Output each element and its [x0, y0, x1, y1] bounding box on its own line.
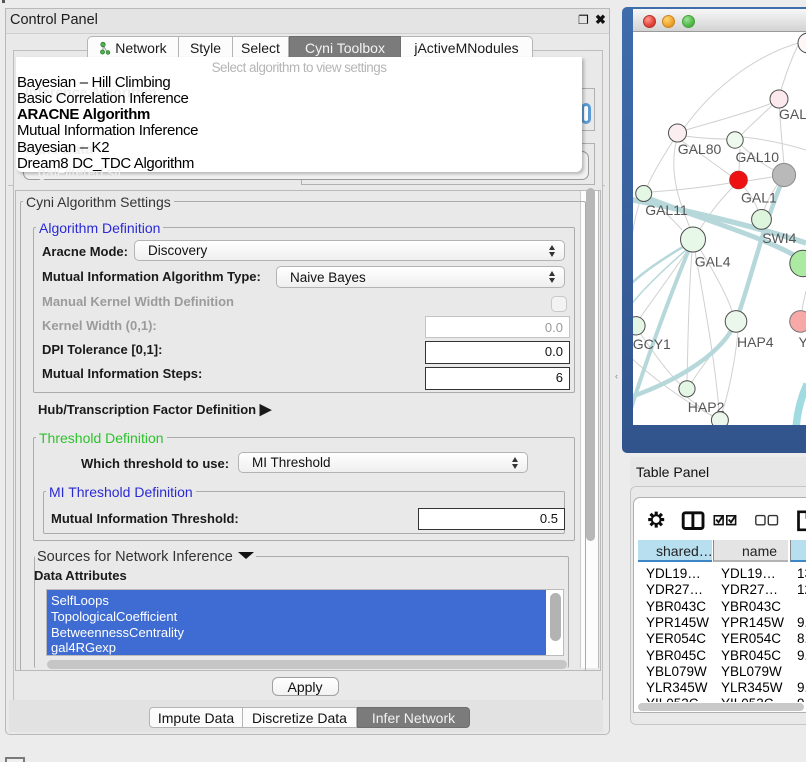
svg-text:GAL80: GAL80	[678, 141, 722, 157]
svg-text:GAL4: GAL4	[695, 254, 731, 270]
svg-text:HAP2: HAP2	[688, 399, 725, 415]
svg-text:GAL10: GAL10	[736, 149, 780, 165]
svg-text:Y: Y	[799, 334, 806, 350]
svg-text:HAP4: HAP4	[737, 334, 774, 350]
svg-text:GAL1: GAL1	[741, 190, 777, 206]
svg-text:GAL11: GAL11	[645, 202, 688, 218]
svg-text:SWI4: SWI4	[762, 230, 796, 246]
svg-text:GCY1: GCY1	[633, 336, 671, 352]
svg-text:GAL2: GAL2	[779, 106, 806, 122]
